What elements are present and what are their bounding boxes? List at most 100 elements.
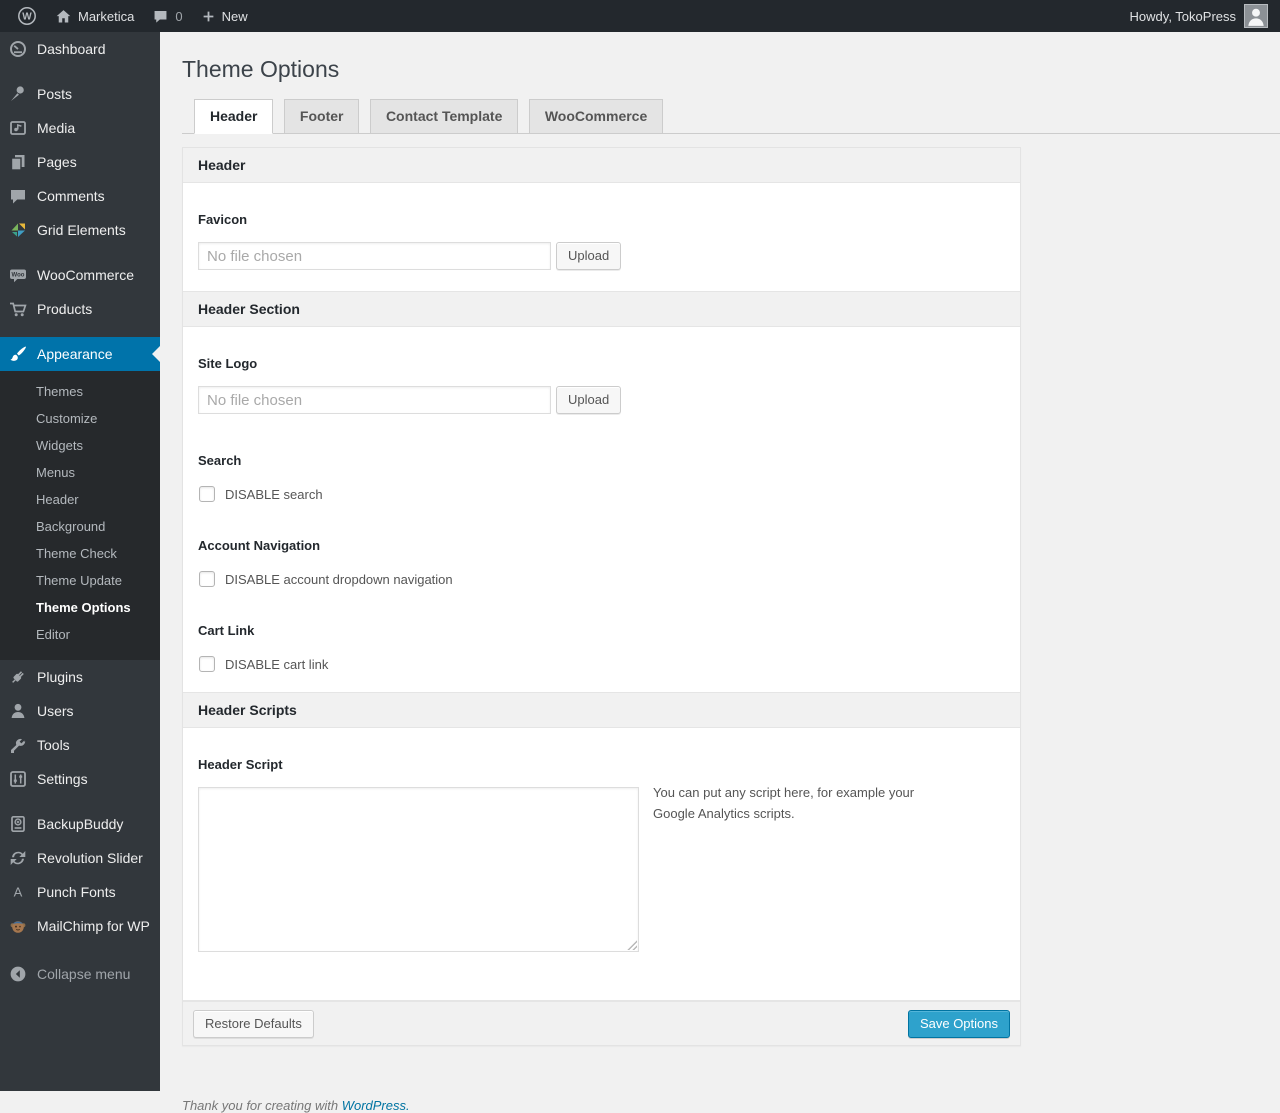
site-logo-upload-button[interactable]: Upload <box>556 386 622 414</box>
section-header-body: Favicon Upload <box>183 183 1020 292</box>
new-label: New <box>221 8 248 24</box>
submenu-item-theme-check[interactable]: Theme Check <box>0 540 160 567</box>
footer-thanks-text: Thank you for creating with WordPress. <box>182 1098 410 1113</box>
grid-elements-icon <box>8 220 28 240</box>
favicon-upload-button[interactable]: Upload <box>556 242 622 270</box>
submenu-item-theme-options[interactable]: Theme Options <box>0 594 160 621</box>
sidebar-item-revolution-slider[interactable]: Revolution Slider <box>0 841 160 875</box>
tab-bar: Header Footer Contact Template WooCommer… <box>182 99 1280 134</box>
cart-icon <box>8 299 28 319</box>
account-navigation-label: Account Navigation <box>198 538 321 553</box>
submenu-item-header[interactable]: Header <box>0 486 160 513</box>
sidebar-item-mailchimp[interactable]: MailChimp for WP <box>0 909 160 943</box>
settings-icon <box>8 769 28 789</box>
site-logo-file-input[interactable] <box>198 386 551 414</box>
sidebar-item-label: Punch Fonts <box>37 884 116 900</box>
tab-footer[interactable]: Footer <box>283 99 360 133</box>
sidebar-item-media[interactable]: Media <box>0 111 160 145</box>
submenu-item-customize[interactable]: Customize <box>0 405 160 432</box>
disable-cart-link-checkbox-label[interactable]: DISABLE cart link <box>225 657 328 672</box>
avatar[interactable] <box>1244 4 1268 28</box>
new-content-button[interactable]: New <box>192 0 257 32</box>
favicon-file-input[interactable] <box>198 242 551 270</box>
collapse-menu-button[interactable]: Collapse menu <box>0 957 160 991</box>
theme-options-panel: Header Favicon Upload Header Section Sit… <box>182 147 1021 1046</box>
comment-icon <box>8 186 28 206</box>
sidebar-item-products[interactable]: Products <box>0 292 160 326</box>
dashboard-icon <box>8 39 28 59</box>
plugin-icon <box>8 667 28 687</box>
page-title: Theme Options <box>182 56 340 82</box>
backup-drive-icon <box>8 814 28 834</box>
appearance-submenu: Themes Customize Widgets Menus Header Ba… <box>0 371 160 660</box>
sidebar-item-label: Posts <box>37 86 73 102</box>
sidebar-item-dashboard[interactable]: Dashboard <box>0 32 160 66</box>
disable-search-checkbox-label[interactable]: DISABLE search <box>225 487 323 502</box>
header-script-helper-text: You can put any script here, for example… <box>653 785 915 822</box>
submenu-item-editor[interactable]: Editor <box>0 621 160 648</box>
mailchimp-monkey-icon <box>8 916 28 936</box>
sidebar-item-label: Users <box>37 703 74 719</box>
sidebar-item-users[interactable]: Users <box>0 694 160 728</box>
site-logo-label: Site Logo <box>198 356 258 371</box>
sidebar-item-label: Settings <box>37 771 88 787</box>
svg-text:W: W <box>22 12 32 23</box>
wordpress-logo-icon[interactable]: W <box>8 0 46 32</box>
disable-search-checkbox[interactable] <box>199 486 215 502</box>
sidebar-item-label: Dashboard <box>37 41 106 57</box>
sidebar-item-punch-fonts[interactable]: A Punch Fonts <box>0 875 160 909</box>
tab-contact-template[interactable]: Contact Template <box>369 99 519 133</box>
pushpin-icon <box>8 84 28 104</box>
submenu-item-themes[interactable]: Themes <box>0 378 160 405</box>
disable-cart-link-checkbox[interactable] <box>199 656 215 672</box>
sidebar-item-appearance[interactable]: Appearance <box>0 337 160 371</box>
cart-link-label: Cart Link <box>198 623 255 638</box>
section-header-scripts-body: Header Script You can put any script her… <box>183 728 1020 1001</box>
sidebar-item-label: Media <box>37 120 76 136</box>
submenu-item-widgets[interactable]: Widgets <box>0 432 160 459</box>
sidebar-item-grid-elements[interactable]: Grid Elements <box>0 213 160 247</box>
section-header-scripts-bar: Header Scripts <box>183 693 1020 728</box>
save-options-button[interactable]: Save Options <box>907 1009 1010 1038</box>
section-header-section-bar: Header Section <box>183 292 1020 327</box>
tab-woocommerce[interactable]: WooCommerce <box>528 99 664 133</box>
sidebar-item-pages[interactable]: Pages <box>0 145 160 179</box>
disable-account-navigation-checkbox[interactable] <box>199 571 215 587</box>
header-script-textarea[interactable] <box>198 787 639 952</box>
sidebar-item-label: Comments <box>37 188 105 204</box>
refresh-arrows-icon <box>8 848 28 868</box>
wordpress-logo-icon: W <box>18 7 36 25</box>
section-header-bar: Header <box>183 148 1020 183</box>
site-name: Marketica <box>78 8 135 24</box>
admin-bar: W Marketica 0 New Howdy, TokoPress <box>0 0 1280 32</box>
disable-account-navigation-checkbox-label[interactable]: DISABLE account dropdown navigation <box>225 572 453 587</box>
howdy-account-menu[interactable]: Howdy, TokoPress <box>1130 9 1236 24</box>
wordpress-link[interactable]: WordPress. <box>342 1098 410 1113</box>
sidebar-item-label: Plugins <box>37 669 83 685</box>
home-icon <box>56 9 71 22</box>
tab-header[interactable]: Header <box>194 99 274 134</box>
sidebar-item-comments[interactable]: Comments <box>0 179 160 213</box>
sidebar-item-settings[interactable]: Settings <box>0 762 160 796</box>
sidebar-item-label: Products <box>37 301 93 317</box>
submenu-item-theme-update[interactable]: Theme Update <box>0 567 160 594</box>
sidebar-item-woocommerce[interactable]: Woo WooCommerce <box>0 258 160 292</box>
sidebar-item-plugins[interactable]: Plugins <box>0 660 160 694</box>
section-header-section-body: Site Logo Upload Search DISABLE search A… <box>183 327 1020 693</box>
site-menu[interactable]: Marketica <box>46 0 143 32</box>
submenu-item-background[interactable]: Background <box>0 513 160 540</box>
sidebar-item-posts[interactable]: Posts <box>0 77 160 111</box>
header-script-label: Header Script <box>198 757 283 772</box>
page-footer: Thank you for creating with WordPress. V… <box>182 1098 1280 1113</box>
media-icon <box>8 118 28 138</box>
search-label: Search <box>198 453 242 468</box>
submenu-item-menus[interactable]: Menus <box>0 459 160 486</box>
sidebar-item-label: WooCommerce <box>37 267 134 283</box>
admin-bar-comments[interactable]: 0 <box>143 0 191 32</box>
sidebar-item-tools[interactable]: Tools <box>0 728 160 762</box>
pages-icon <box>8 152 28 172</box>
woocommerce-icon: Woo <box>8 265 28 285</box>
comment-bubble-icon <box>154 10 167 23</box>
restore-defaults-button[interactable]: Restore Defaults <box>193 1009 314 1038</box>
sidebar-item-backupbuddy[interactable]: BackupBuddy <box>0 807 160 841</box>
